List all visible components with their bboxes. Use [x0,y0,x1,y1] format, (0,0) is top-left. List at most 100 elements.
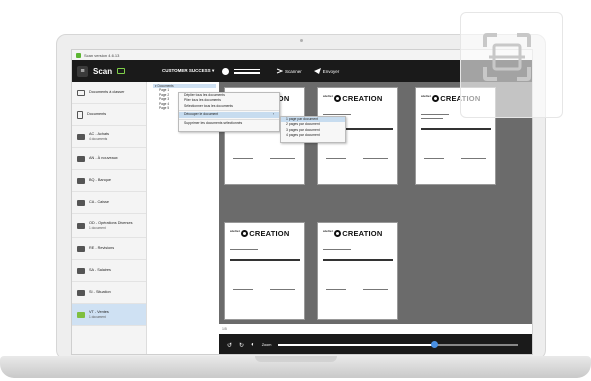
sidebar-item-label: SA - Salaires [89,268,111,272]
folder-icon [77,267,85,274]
menu-icon[interactable]: ≡ [77,65,88,77]
folder-icon [77,289,85,296]
sidebar-item-label: Documents à classer [89,90,125,94]
zoom-slider[interactable] [278,341,519,349]
company-logo: atelierCREATION [323,229,383,238]
contrast-icon[interactable]: ◐ [251,342,255,348]
context-menu: Déplier tous les documents Plier tous le… [178,92,280,132]
document-icon [77,110,83,119]
doc-line [270,289,295,290]
zoom-label: Zoom [261,343,272,347]
scan-button[interactable]: Scanner [276,68,302,74]
folder-icon [77,133,85,140]
status-bar: 1/5 [219,324,532,334]
doc-block [421,128,491,130]
company-logo: atelierCREATION [230,229,290,238]
page-thumbnail[interactable]: atelierCREATION [224,222,305,320]
page-counter: 1/5 [222,327,227,331]
folder-icon [77,245,85,252]
app-icon [76,52,81,58]
scan-label: Scanner [285,68,302,74]
sidebar-item-label: RE - Revisions [89,246,115,250]
doc-line [323,114,351,115]
sidebar-item-count: 4 documents [89,136,108,141]
sidebar-item-situation[interactable]: SI - Situation [72,282,146,304]
folder-icon [77,199,85,206]
company-logo: atelierCREATION [323,94,383,103]
menu-item-select-all[interactable]: Sélectionner tous les documents [179,104,279,109]
zoom-slider-handle[interactable] [430,341,438,349]
sidebar: Documents à classer Documents AC - Achat… [72,82,147,354]
scan-logo-icon [117,68,126,74]
brand: ≡ Scan [72,65,160,77]
doc-line [323,249,351,250]
doc-line [326,289,346,290]
sidebar-item-label: SI - Situation [89,290,111,294]
menu-item-label: Découper le document [184,112,219,117]
doc-line [270,158,295,159]
sidebar-item-label: Documents [87,112,107,116]
sidebar-item-achats[interactable]: AC - Achats 4 documents [72,126,146,148]
chevron-down-icon: ▾ [155,84,157,88]
menu-divider [179,110,279,112]
sidebar-item-caisse[interactable]: CA - Caisse [72,192,146,214]
viewer-toolbar: ↺ ↻ ◐ Zoom [219,334,532,354]
inbox-icon [77,89,85,96]
sidebar-item-inbox[interactable]: Documents à classer [72,82,146,104]
doc-block [230,259,300,261]
scan-frame-icon [483,33,531,81]
sidebar-item-documents[interactable]: Documents [72,104,146,126]
scanner-icon [276,68,283,74]
sidebar-item-ventes[interactable]: VT - Ventes 1 document [72,304,146,326]
send-label: Envoyer [322,68,340,74]
doc-line [363,158,388,159]
sidebar-item-revisions[interactable]: RE - Revisions [72,238,146,260]
menu-item-delete-selected[interactable]: Supprimer les documents sélectionnés [179,121,279,126]
folder-icon [77,311,85,318]
page-thumbnail[interactable]: atelierCREATION [317,222,398,320]
rotate-right-icon[interactable]: ↻ [239,342,244,349]
sidebar-item-banque[interactable]: BQ - Banque [72,170,146,192]
menu-item-split-document[interactable]: Découper le document › [179,112,279,118]
scan-logo-overlay [460,12,563,118]
doc-line [230,249,258,250]
gear-icon[interactable] [222,67,229,75]
doc-block [323,259,393,261]
laptop-base [0,356,591,378]
webcam [300,39,303,42]
split-submenu: 1 page par document 2 pages par document… [280,116,346,143]
slider-line [234,72,260,74]
doc-line [424,158,444,159]
scan-settings-sliders[interactable] [234,68,260,74]
doc-line [461,158,486,159]
send-button[interactable]: Envoyer [313,68,340,74]
doc-line [421,118,443,119]
sidebar-item-operations-diverses[interactable]: OD - Opérations Diverses 1 document [72,214,146,238]
folder-icon [77,155,85,162]
sidebar-item-count: 1 document [89,225,106,230]
doc-line [326,158,346,159]
doc-line [363,289,388,290]
sidebar-item-count: 1 document [89,314,106,319]
window-title: Scan version 4.6.13 [84,52,120,58]
doc-line [233,158,253,159]
chevron-right-icon: › [272,112,274,117]
sidebar-item-salaires[interactable]: SA - Salaires [72,260,146,282]
doc-line [233,289,253,290]
send-icon [313,68,321,74]
brand-name: Scan [93,66,113,76]
chevron-down-icon: ▾ [211,68,215,73]
sidebar-item-label: AN - À nouveaux [89,156,118,160]
sidebar-item-a-nouveaux[interactable]: AN - À nouveaux [72,148,146,170]
rotate-left-icon[interactable]: ↺ [227,342,232,349]
slider-line [234,68,260,70]
submenu-item-4-pages[interactable]: 4 pages par document [281,133,345,138]
laptop-notch [255,356,337,362]
zoom-slider-fill [278,344,435,346]
client-name: CUSTOMER SUCCESS [162,68,211,73]
folder-icon [77,222,85,229]
menu-divider [179,118,279,120]
client-selector[interactable]: CUSTOMER SUCCESS ▾ [162,68,222,74]
sidebar-item-label: BQ - Banque [89,178,111,182]
sidebar-item-label: CA - Caisse [89,200,110,204]
